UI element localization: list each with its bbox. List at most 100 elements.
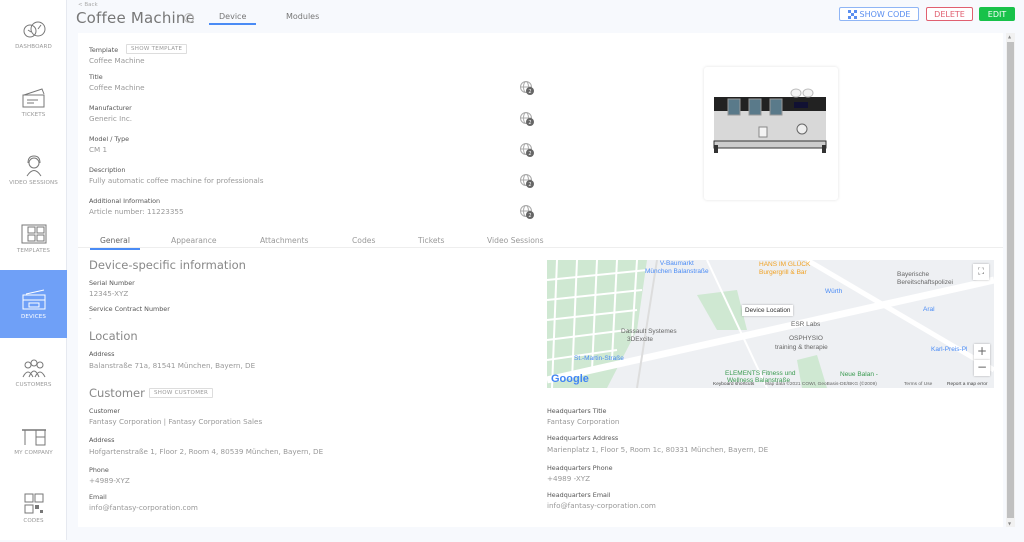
hq-title-value: Fantasy Corporation xyxy=(547,417,620,426)
back-link[interactable]: < Back xyxy=(78,2,98,8)
address-value: Balanstraße 71a, 81541 München, Bayern, … xyxy=(89,361,256,370)
delete-button[interactable]: DELETE xyxy=(926,7,973,21)
tab-video-sessions[interactable]: Video Sessions xyxy=(487,236,544,245)
sidebar-item-codes[interactable]: CODES xyxy=(0,474,67,542)
tab-attachments[interactable]: Attachments xyxy=(260,236,308,245)
sidebar-item-label: TEMPLATES xyxy=(16,247,51,254)
info-icon[interactable]: i xyxy=(184,13,194,23)
sidebar-item-my-company[interactable]: MY COMPANY xyxy=(0,406,67,474)
google-logo: Google xyxy=(551,373,589,385)
translation-count: 2 xyxy=(528,213,531,219)
sidebar-item-customers[interactable]: CUSTOMERS xyxy=(0,338,67,406)
scrollbar-thumb[interactable] xyxy=(1007,42,1014,518)
hq-phone-label: Headquarters Phone xyxy=(547,464,613,472)
device-location-popup: Device Location xyxy=(742,305,794,316)
tab-modules[interactable]: Modules xyxy=(286,12,319,21)
map-label-esr-labs[interactable]: ESR Labs xyxy=(791,321,820,328)
device-tabs: General Appearance Attachments Codes Tic… xyxy=(78,234,1003,250)
tab-tickets[interactable]: Tickets xyxy=(418,236,444,245)
sidebar-item-templates[interactable]: TEMPLATES xyxy=(0,204,67,272)
map-label-dassault[interactable]: Dassault Systemes xyxy=(621,328,677,335)
sidebar-item-label: CODES xyxy=(23,517,44,524)
translations-globe-icon[interactable]: 2 xyxy=(519,142,535,158)
sidebar-item-label: DASHBOARD xyxy=(15,43,52,50)
map-label-wurth[interactable]: Würth xyxy=(825,288,842,295)
model-value: CM 1 xyxy=(89,145,108,154)
zoom-in-button[interactable]: + xyxy=(974,344,990,360)
vertical-scrollbar[interactable]: ▲ ▼ xyxy=(1006,33,1015,527)
fullscreen-button[interactable]: ⛶ xyxy=(973,264,989,280)
location-heading: Location xyxy=(89,329,138,343)
serial-number-label: Serial Number xyxy=(89,279,135,287)
sidebar: DASHBOARD TICKETS VIDEO SESSIONS TEMPLAT… xyxy=(0,0,67,540)
translations-globe-icon[interactable]: 2 xyxy=(519,173,535,189)
tab-device[interactable]: Device xyxy=(208,12,257,25)
map-label-bereitschaftspolizei[interactable]: Bereitschaftspolizei xyxy=(897,279,953,286)
map-label-training[interactable]: training & therapie xyxy=(775,344,828,351)
tab-appearance[interactable]: Appearance xyxy=(171,236,217,245)
map-label-karl-preis[interactable]: Karl-Preis-Pl xyxy=(931,346,967,353)
qr-codes-icon xyxy=(24,493,43,513)
sidebar-item-tickets[interactable]: TICKETS xyxy=(0,68,67,136)
map-label-3dexcite[interactable]: 3DExcite xyxy=(627,336,653,343)
customers-icon xyxy=(22,359,45,377)
additional-info-value: Article number: 11223355 xyxy=(89,207,184,216)
map-label-st-martin[interactable]: St.-Martin-Straße xyxy=(574,355,624,362)
edit-button[interactable]: EDIT xyxy=(979,7,1015,21)
sidebar-item-dashboard[interactable]: DASHBOARD xyxy=(0,0,67,68)
show-customer-button[interactable]: SHOW CUSTOMER xyxy=(149,388,214,398)
sidebar-item-devices[interactable]: DEVICES xyxy=(0,270,67,338)
map-label-neue-balan[interactable]: Neue Balan - xyxy=(840,371,878,378)
translations-globe-icon[interactable]: 2 xyxy=(519,80,535,96)
scroll-down-arrow-icon[interactable]: ▼ xyxy=(1008,521,1011,526)
service-contract-value: - xyxy=(89,314,92,323)
customer-address-value: Hofgartenstraße 1, Floor 2, Room 4, 8053… xyxy=(89,447,324,456)
my-company-icon xyxy=(21,428,46,445)
map-label-osphysio[interactable]: OSPHYSIO xyxy=(789,335,823,342)
sidebar-item-label: MY COMPANY xyxy=(14,449,53,456)
map-label-aral[interactable]: Aral xyxy=(923,306,935,313)
customer-email-value: info@fantasy-corporation.com xyxy=(89,503,198,512)
show-code-button[interactable]: SHOW CODE xyxy=(839,7,919,21)
translation-count: 2 xyxy=(528,151,531,157)
keyboard-shortcuts-link[interactable]: Keyboard shortcuts xyxy=(713,382,754,387)
map-label-elements[interactable]: ELEMENTS Fitness und xyxy=(725,370,795,377)
translations-globe-icon[interactable]: 2 xyxy=(519,204,535,220)
map-label-bayerische[interactable]: Bayerische xyxy=(897,271,929,278)
title-value: Coffee Machine xyxy=(89,83,145,92)
customer-value: Fantasy Corporation | Fantasy Corporatio… xyxy=(89,417,263,426)
translation-count: 2 xyxy=(528,120,531,126)
map-data-attribution: Map data ©2021 COWI, GeoBasis-DE/BKG (©2… xyxy=(765,382,877,387)
video-sessions-icon xyxy=(26,154,41,176)
hq-email-label: Headquarters Email xyxy=(547,491,611,499)
sidebar-item-video-sessions[interactable]: VIDEO SESSIONS xyxy=(0,136,67,204)
terms-of-use-link[interactable]: Terms of Use xyxy=(904,382,932,387)
device-specific-heading: Device-specific information xyxy=(89,258,246,272)
map-label-baumarkt[interactable]: V-Baumarkt München Balanstraße xyxy=(645,260,709,276)
serial-number-value: 12345-XYZ xyxy=(89,289,129,298)
customer-phone-value: +4989-XYZ xyxy=(89,476,130,485)
service-contract-label: Service Contract Number xyxy=(89,305,170,313)
hq-phone-value: +4989 -XYZ xyxy=(547,474,591,483)
tab-codes[interactable]: Codes xyxy=(352,236,375,245)
show-template-button[interactable]: SHOW TEMPLATE xyxy=(126,44,188,54)
translations-globe-icon[interactable]: 2 xyxy=(519,111,535,127)
template-value: Coffee Machine xyxy=(89,56,145,65)
report-map-error-link[interactable]: Report a map error xyxy=(947,382,988,387)
hq-title-label: Headquarters Title xyxy=(547,407,607,415)
device-image-card[interactable] xyxy=(704,67,838,200)
tab-general[interactable]: General xyxy=(90,236,140,250)
additional-info-label: Additional Information xyxy=(89,197,161,205)
show-code-label: SHOW CODE xyxy=(859,9,911,19)
map-label-burgergrill[interactable]: Burgergrill & Bar xyxy=(759,269,807,276)
manufacturer-label: Manufacturer xyxy=(89,104,132,112)
location-map[interactable]: V-Baumarkt München Balanstraße HANS IM G… xyxy=(547,260,994,388)
scroll-up-arrow-icon[interactable]: ▲ xyxy=(1008,34,1011,39)
coffee-machine-image xyxy=(713,88,827,153)
description-value: Fully automatic coffee machine for profe… xyxy=(89,176,264,185)
zoom-out-button[interactable]: − xyxy=(974,360,990,376)
translation-count: 2 xyxy=(528,89,531,95)
customer-label: Customer xyxy=(89,407,121,415)
map-label-hans-im-glueck[interactable]: HANS IM GLÜCK xyxy=(759,261,810,268)
hq-email-value: info@fantasy-corporation.com xyxy=(547,501,656,510)
